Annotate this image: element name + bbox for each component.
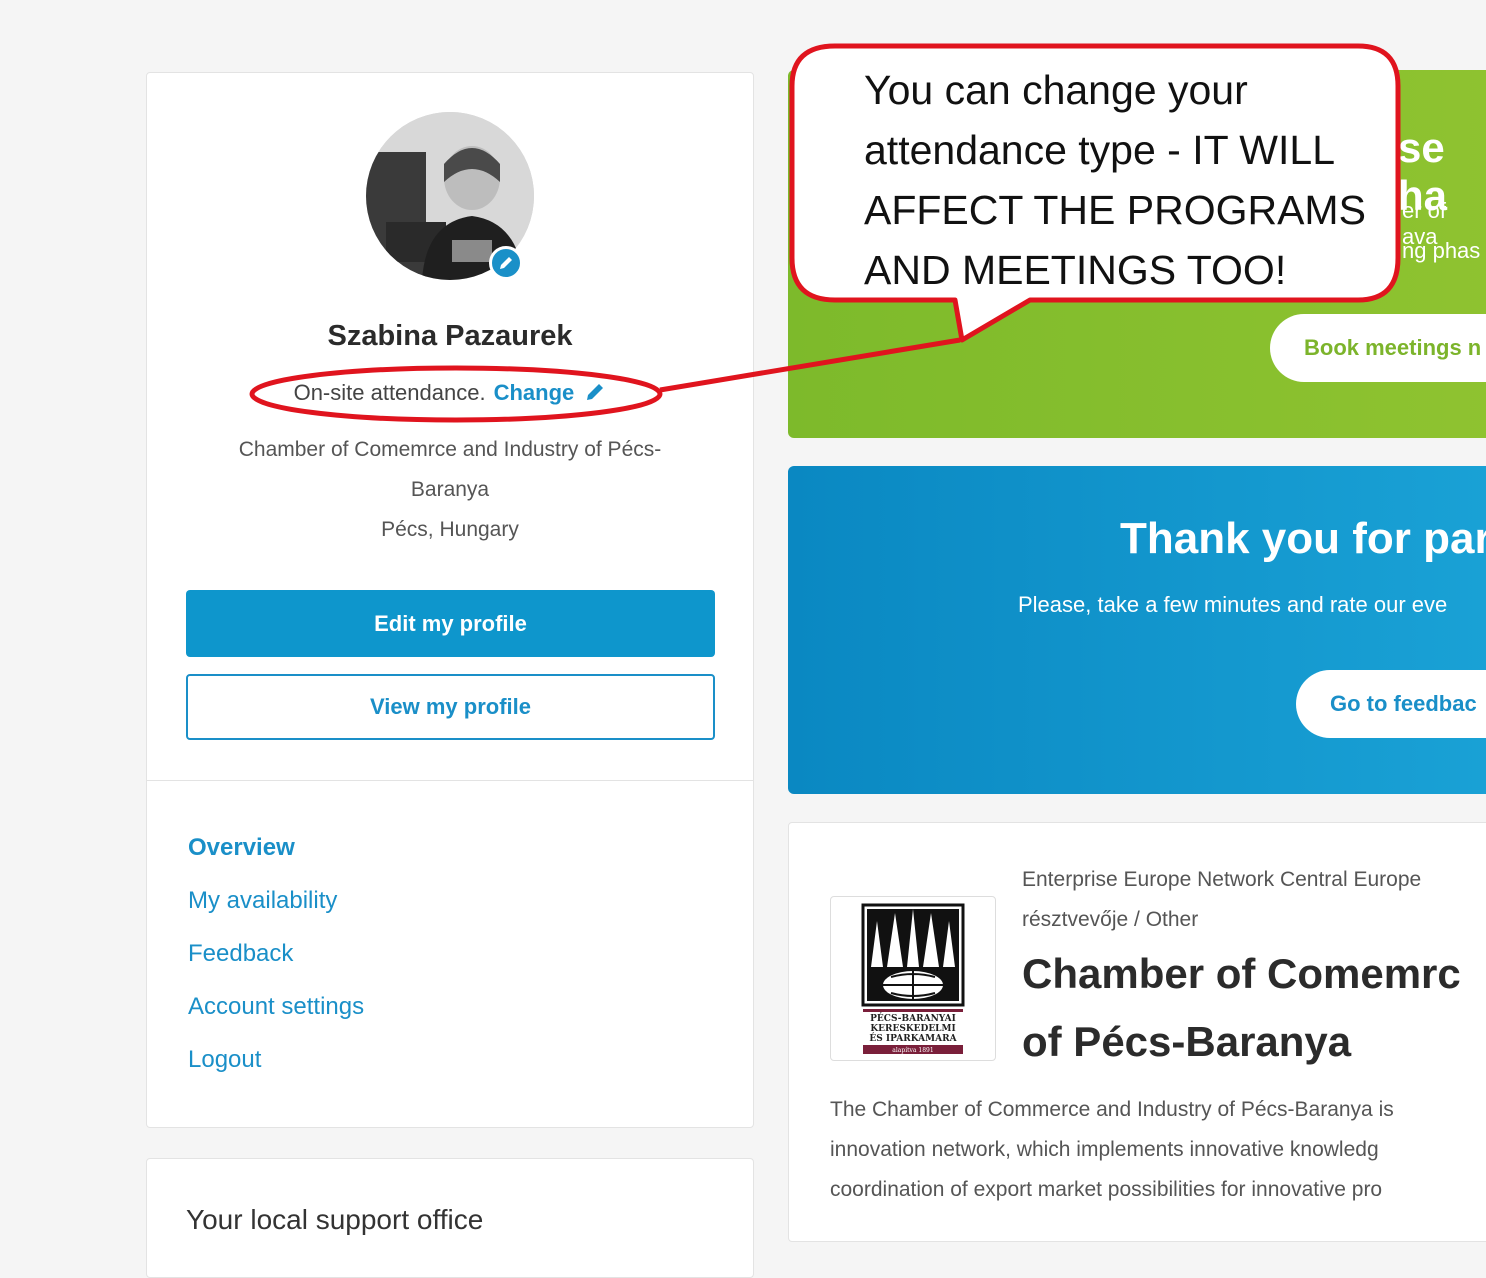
attendance-type: On-site attendance.	[293, 380, 486, 405]
organization-title-line1: Chamber of Comemrc	[1022, 950, 1461, 997]
logo-text-line4: alapítva 1891	[892, 1047, 933, 1054]
org-name-line1: Chamber of Comemrce and Industry of Pécs…	[238, 438, 662, 461]
change-label: Change	[493, 380, 575, 405]
profile-name: Szabina Pazaurek	[327, 320, 573, 352]
go-to-feedback-button[interactable]: Go to feedbac	[1296, 670, 1486, 738]
feedback-banner-heading: Thank you for par	[1120, 514, 1486, 563]
book-meetings-button[interactable]: Book meetings n	[1270, 314, 1486, 382]
attendance-line: On-site attendance. Change	[146, 380, 754, 406]
nav-overview[interactable]: Overview	[188, 834, 295, 862]
change-attendance-link[interactable]: Change	[494, 380, 607, 405]
logo-text-line1: PÉCS-BARANYAI	[870, 1012, 956, 1024]
edit-profile-button[interactable]: Edit my profile	[186, 590, 715, 657]
organization-description-line3: coordination of export market possibilit…	[830, 1178, 1383, 1201]
organization-category-line1: Enterprise Europe Network Central Europe	[1022, 868, 1422, 891]
avatar-edit-button[interactable]	[489, 246, 523, 280]
profile-location: Pécs, Hungary	[381, 518, 519, 541]
nav-feedback[interactable]: Feedback	[188, 940, 293, 968]
organization-description-line1: The Chamber of Commerce and Industry of …	[830, 1098, 1394, 1121]
support-office-title: Your local support office	[186, 1204, 484, 1235]
chamber-logo: PÉCS-BARANYAI KERESKEDELMI ÉS IPARKAMARA…	[861, 903, 965, 1054]
logo-text-line2: KERESKEDELMI	[870, 1024, 955, 1034]
feedback-banner-text: Please, take a few minutes and rate our …	[1018, 592, 1448, 617]
meetings-banner-text-line2: ng phas	[1402, 238, 1481, 263]
nav-logout[interactable]: Logout	[188, 1046, 261, 1074]
card-divider	[147, 780, 753, 781]
pencil-icon	[500, 257, 512, 269]
pencil-icon	[587, 384, 604, 400]
annotation-line1: You can change your	[864, 67, 1248, 113]
nav-my-availability[interactable]: My availability	[188, 887, 337, 915]
organization-description-line2: innovation network, which implements inn…	[830, 1138, 1379, 1161]
organization-title-line2: of Pécs-Baranya	[1022, 1018, 1352, 1065]
view-profile-button[interactable]: View my profile	[186, 674, 715, 740]
org-name-line2: Baranya	[410, 478, 490, 501]
logo-text-line3: ÉS IPARKAMARA	[869, 1032, 957, 1044]
organization-logo: PÉCS-BARANYAI KERESKEDELMI ÉS IPARKAMARA…	[830, 896, 996, 1061]
profile-organization: Chamber of Comemrce and Industry of Pécs…	[146, 430, 754, 550]
annotation-line3: AFFECT THE PROGRAMS	[864, 187, 1366, 233]
annotation-line2: attendance type - IT WILL	[864, 127, 1335, 173]
nav-account-settings[interactable]: Account settings	[188, 993, 364, 1021]
annotation-line4: AND MEETINGS TOO!	[864, 247, 1287, 293]
organization-category-line2: résztvevője / Other	[1022, 908, 1199, 931]
